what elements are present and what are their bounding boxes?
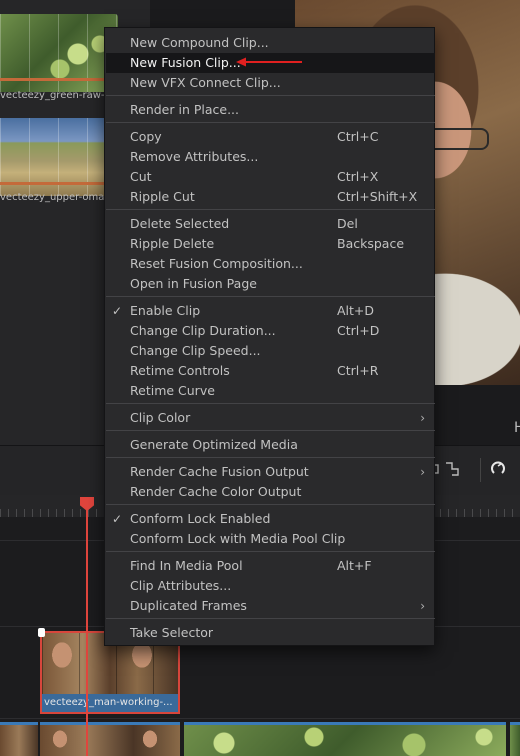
playhead-line[interactable] [86,507,88,756]
menu-item-ripple-cut[interactable]: Ripple Cut Ctrl+Shift+X [106,187,435,207]
menu-item-new-compound-clip[interactable]: New Compound Clip... [106,33,435,53]
menu-separator [106,457,435,458]
menu-item-copy[interactable]: Copy Ctrl+C [106,127,435,147]
menu-separator [106,430,435,431]
menu-item-conform-lock-enabled[interactable]: ✓ Conform Lock Enabled [106,509,435,529]
clip-context-menu: New Compound Clip... New Fusion Clip... … [104,27,435,646]
clip-name-label: vecteezy_man-working-... [42,694,178,712]
menu-item-cut[interactable]: Cut Ctrl+X [106,167,435,187]
menu-item-find-in-media-pool[interactable]: Find In Media Pool Alt+F [106,556,435,576]
timeline-clip[interactable] [40,722,180,756]
menu-separator [106,209,435,210]
menu-item-enable-clip[interactable]: ✓ Enable Clip Alt+D [106,301,435,321]
menu-separator [106,403,435,404]
viewer-footer [435,385,520,445]
menu-item-change-clip-duration[interactable]: Change Clip Duration... Ctrl+D [106,321,435,341]
thumbnail-usage-bar [0,78,118,81]
timeline-clip[interactable] [184,722,506,756]
clip-marker[interactable] [38,628,45,637]
thumbnail-usage-bar [0,182,118,185]
media-clip-label: vecteezy_upper-oma [0,192,105,203]
menu-item-clip-color[interactable]: Clip Color › [106,408,435,428]
viewer-corner-text: H [514,420,520,436]
chevron-right-icon: › [420,411,425,425]
menu-separator [106,296,435,297]
menu-item-retime-curve[interactable]: Retime Curve [106,381,435,401]
menu-item-duplicated-frames[interactable]: Duplicated Frames › [106,596,435,616]
menu-separator [106,95,435,96]
menu-item-render-in-place[interactable]: Render in Place... [106,100,435,120]
timeline-clip[interactable] [510,722,520,756]
menu-separator [106,618,435,619]
menu-item-open-in-fusion-page[interactable]: Open in Fusion Page [106,274,435,294]
toolbar-divider [480,458,481,482]
menu-item-ripple-delete[interactable]: Ripple Delete Backspace [106,234,435,254]
menu-item-delete-selected[interactable]: Delete Selected Del [106,214,435,234]
annotation-arrow-icon [236,57,302,67]
menu-item-change-clip-speed[interactable]: Change Clip Speed... [106,341,435,361]
menu-separator [106,551,435,552]
menu-separator [106,122,435,123]
menu-item-retime-controls[interactable]: Retime Controls Ctrl+R [106,361,435,381]
chevron-right-icon: › [420,599,425,613]
check-icon: ✓ [112,304,123,318]
menu-item-remove-attributes[interactable]: Remove Attributes... [106,147,435,167]
menu-item-conform-lock-with-media-pool-clip[interactable]: Conform Lock with Media Pool Clip [106,529,435,549]
check-icon: ✓ [112,512,123,526]
chevron-right-icon: › [420,465,425,479]
menu-item-generate-optimized-media[interactable]: Generate Optimized Media [106,435,435,455]
menu-separator [106,504,435,505]
menu-item-reset-fusion-composition[interactable]: Reset Fusion Composition... [106,254,435,274]
timeline-clip[interactable] [0,722,38,756]
menu-item-clip-attributes[interactable]: Clip Attributes... [106,576,435,596]
menu-item-take-selector[interactable]: Take Selector [106,623,435,643]
menu-item-render-cache-color-output[interactable]: Render Cache Color Output [106,482,435,502]
track-divider [0,718,520,719]
linked-selection-icon[interactable] [488,459,508,479]
menu-item-render-cache-fusion-output[interactable]: Render Cache Fusion Output › [106,462,435,482]
snapping-icon[interactable] [442,459,462,479]
menu-item-new-vfx-connect-clip[interactable]: New VFX Connect Clip... [106,73,435,93]
media-clip-label: vecteezy_green-raw-m [0,90,115,101]
